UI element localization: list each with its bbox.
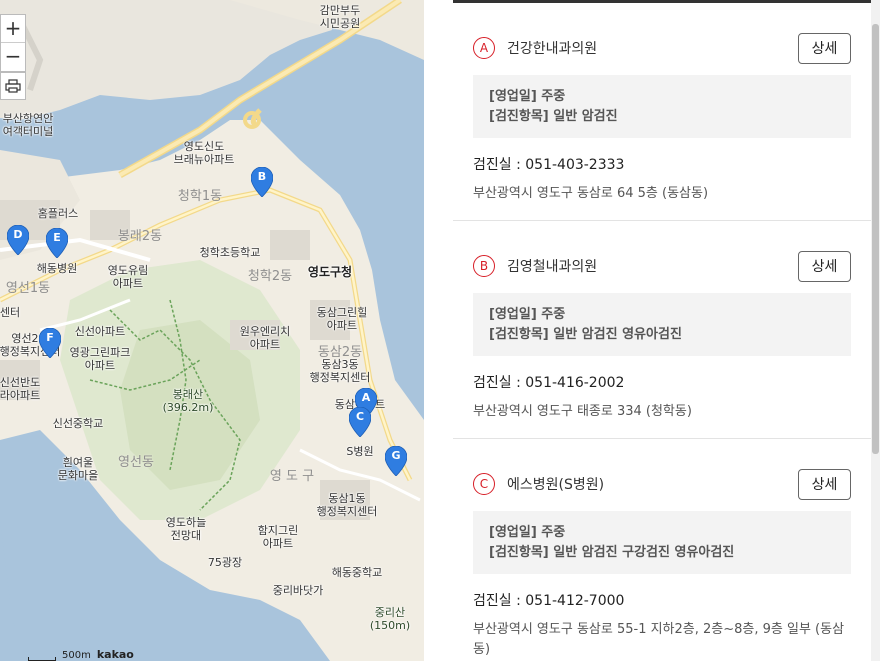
zoom-out-button[interactable]: − — [1, 43, 25, 71]
marker-letter: F — [46, 331, 54, 344]
clinic-info-box: [영업일] 주중 [검진항목] 일반 암검진 — [473, 75, 851, 138]
map-place-label: 청학초등학교 — [199, 246, 261, 259]
map-place-label: 영선1동 — [5, 281, 51, 296]
map-marker-e[interactable]: E — [46, 228, 68, 258]
clinic-phone: 검진실 : 051-416-2002 — [473, 375, 625, 391]
checkup-items: [검진항목] 일반 암검진 구강검진 영유아검진 — [489, 545, 735, 560]
clinic-info-box: [영업일] 주중 [검진항목] 일반 암검진 영유아검진 — [473, 293, 851, 356]
map-place-label: 동삼그린힐 아파트 — [316, 306, 368, 332]
zoom-in-button[interactable]: + — [1, 15, 25, 43]
map-place-label: 해동중학교 — [331, 566, 383, 579]
map-marker-g[interactable]: G — [385, 446, 407, 476]
scale-label: 500m — [62, 650, 91, 661]
clinic-item: C 에스병원(S병원) 상세 [영업일] 주중 [검진항목] 일반 암검진 구강… — [453, 468, 871, 661]
map-place-label: 영선동 — [118, 455, 154, 470]
map-place-label: 동삼2동 — [317, 345, 363, 360]
clinic-letter-badge: A — [473, 37, 495, 59]
clinic-title: A 건강한내과의원 — [473, 37, 597, 59]
checkup-items: [검진항목] 일반 암검진 영유아검진 — [489, 327, 682, 342]
map-place-label: 원우엔리치 아파트 — [239, 325, 291, 351]
scrollbar-thumb[interactable] — [872, 24, 879, 454]
business-days: [영업일] 주중 — [489, 89, 566, 104]
map-marker-f[interactable]: F — [39, 328, 61, 358]
clinic-item: A 건강한내과의원 상세 [영업일] 주중 [검진항목] 일반 암검진 검진실 … — [453, 32, 871, 221]
clinic-address: 부산광역시 영도구 동삼로 55-1 지하2층, 2층~8층, 9층 일부 (동… — [473, 622, 845, 657]
scale-bar — [28, 657, 56, 661]
business-days: [영업일] 주중 — [489, 525, 566, 540]
clinic-letter-badge: B — [473, 255, 495, 277]
zoom-control: + − — [0, 14, 26, 72]
map-place-label: 중리산 (150m) — [369, 606, 411, 632]
marker-letter: A — [361, 391, 371, 404]
map-place-label: 영도하늘 전망대 — [165, 516, 207, 542]
map-place-label: 청학1동 — [177, 189, 223, 204]
map-place-label: 영도구청 — [307, 265, 353, 279]
detail-button[interactable]: 상세 — [798, 32, 851, 64]
map-place-label: 홈플러스 — [37, 207, 79, 220]
clinic-name[interactable]: 건강한내과의원 — [507, 38, 597, 58]
map-place-label: 봉래2동 — [117, 229, 163, 244]
clinic-item: B 김영철내과의원 상세 [영업일] 주중 [검진항목] 일반 암검진 영유아검… — [453, 250, 871, 439]
map-place-label: 영도유림 아파트 — [107, 264, 149, 290]
map-place-label: 해동병원 — [36, 262, 78, 275]
clinic-address: 부산광역시 영도구 동삼로 64 5층 (동삼동) — [473, 186, 709, 201]
map-place-label: 센터 — [0, 306, 21, 319]
clinic-title: B 김영철내과의원 — [473, 255, 597, 277]
marker-letter: C — [355, 410, 365, 423]
clinic-letter-badge: C — [473, 473, 495, 495]
map-place-label: 함지그린 아파트 — [257, 524, 299, 550]
business-days: [영업일] 주중 — [489, 307, 566, 322]
clinic-header: A 건강한내과의원 상세 — [473, 32, 851, 64]
clinic-phone: 검진실 : 051-403-2333 — [473, 157, 625, 173]
map-place-label: 영 도 구 — [269, 469, 315, 484]
map-place-label: S병원 — [346, 445, 374, 458]
map-place-label: 부산항연안 여객터미널 — [2, 112, 54, 138]
kakao-logo: kakao — [96, 648, 134, 661]
map-place-label: 영도신도 브래뉴아파트 — [173, 140, 235, 166]
clinic-list: A 건강한내과의원 상세 [영업일] 주중 [검진항목] 일반 암검진 검진실 … — [453, 32, 871, 661]
map-place-label: 신선반도 라아파트 — [0, 376, 41, 402]
map-place-label: 동삼3동 행정복지센터 — [309, 358, 371, 384]
clinic-header: B 김영철내과의원 상세 — [473, 250, 851, 282]
clinic-header: C 에스병원(S병원) 상세 — [473, 468, 851, 500]
map-place-label: 감만부두 시민공원 — [319, 4, 361, 30]
clinic-list-panel: A 건강한내과의원 상세 [영업일] 주중 [검진항목] 일반 암검진 검진실 … — [453, 0, 871, 661]
map-footer: 500m kakao — [28, 648, 134, 661]
checkup-items: [검진항목] 일반 암검진 — [489, 109, 618, 124]
clinic-name[interactable]: 에스병원(S병원) — [507, 474, 604, 494]
map-place-label: 75광장 — [207, 556, 243, 569]
map-place-label: 봉래산 (396.2m) — [162, 388, 214, 414]
map-place-label: 동삼1동 행정복지센터 — [316, 492, 378, 518]
map-place-label: 청학2동 — [247, 269, 293, 284]
detail-button[interactable]: 상세 — [798, 468, 851, 500]
map-view[interactable]: 감만부두 시민공원부산항연안 여객터미널영도신도 브래뉴아파트청학1동홈플러스봉… — [0, 0, 424, 661]
map-place-label: 중리바닷가 — [272, 584, 324, 597]
marker-letter: G — [391, 449, 401, 462]
map-place-label: 신선중학교 — [52, 417, 104, 430]
detail-button[interactable]: 상세 — [798, 250, 851, 282]
clinic-title: C 에스병원(S병원) — [473, 473, 604, 495]
map-marker-d[interactable]: D — [7, 225, 29, 255]
clinic-phone: 검진실 : 051-412-7000 — [473, 593, 625, 609]
map-place-label: 신선아파트 — [74, 325, 126, 338]
map-marker-c[interactable]: C — [349, 407, 371, 437]
map-marker-b[interactable]: B — [251, 167, 273, 197]
marker-letter: B — [257, 170, 267, 183]
clinic-info-box: [영업일] 주중 [검진항목] 일반 암검진 구강검진 영유아검진 — [473, 511, 851, 574]
marker-letter: D — [13, 228, 23, 241]
scrollbar[interactable] — [871, 0, 880, 661]
clinic-address: 부산광역시 영도구 태종로 334 (청학동) — [473, 404, 692, 419]
marker-letter: E — [53, 231, 61, 244]
print-button[interactable] — [0, 72, 26, 100]
printer-icon — [5, 79, 21, 93]
clinic-name[interactable]: 김영철내과의원 — [507, 256, 597, 276]
map-place-label: 영광그린파크 아파트 — [69, 346, 131, 372]
map-place-label: 흰여울 문화마을 — [57, 456, 99, 482]
